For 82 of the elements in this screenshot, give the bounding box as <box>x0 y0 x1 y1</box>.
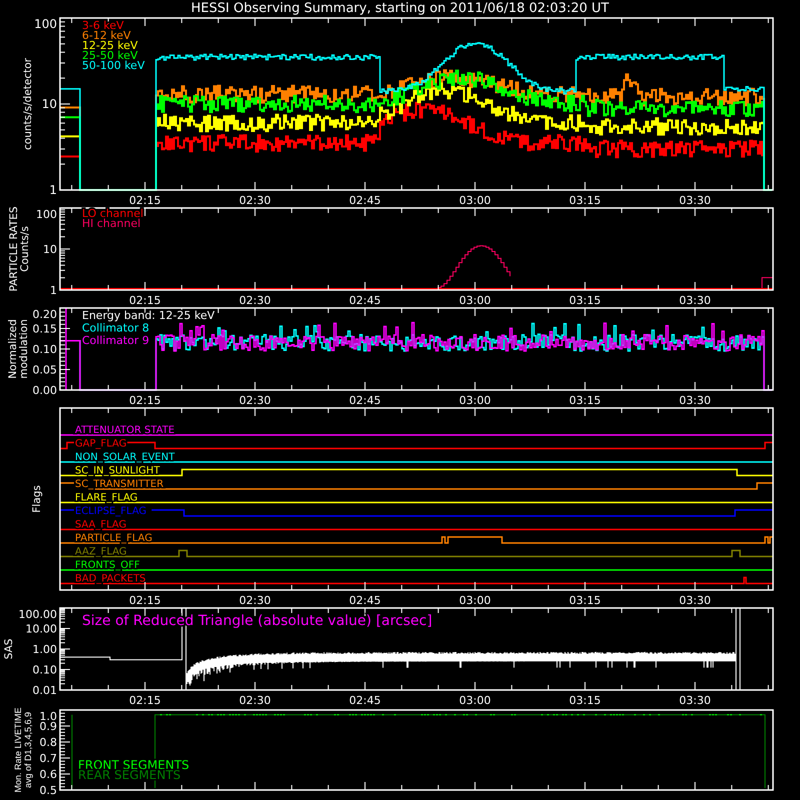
y-tick-label: 0.05 <box>32 363 57 376</box>
legend-label: 12-25 keV <box>82 39 138 52</box>
y-tick-label: 0.10 <box>32 663 57 676</box>
axis-title: Normalized <box>7 319 19 379</box>
flag-label: SC_TRANSMITTER <box>75 479 164 490</box>
x-tick-label: 02:30 <box>239 594 271 607</box>
flag-label: BAD_PACKETS <box>75 574 146 584</box>
flag-label: AAZ_FLAG <box>75 546 127 558</box>
y-tick-label: 10.00 <box>26 622 57 636</box>
flag-label: FRONTS_OFF <box>75 560 140 571</box>
x-tick-label: 02:15 <box>129 694 161 707</box>
axis-title: avg of D1,3,4,5,6,9 <box>23 712 33 788</box>
y-tick-label: 100.00 <box>18 608 57 621</box>
y-tick-label: 100 <box>36 208 57 221</box>
x-tick-label: 02:15 <box>129 594 161 607</box>
x-tick-label: 02:45 <box>349 194 381 207</box>
flag-label: ECLIPSE_FLAG <box>75 506 146 517</box>
x-tick-label: 03:00 <box>459 294 491 307</box>
y-tick-label: 0.20 <box>32 308 57 321</box>
x-tick-label: 03:15 <box>569 194 601 207</box>
axis-title: Mon. Rate LIVETIME <box>13 707 23 793</box>
flag-label: NON_SOLAR_EVENT <box>75 452 175 463</box>
y-tick-label: 10 <box>43 242 57 256</box>
y-tick-label: 0.01 <box>32 684 57 697</box>
x-tick-label: 03:15 <box>569 594 601 607</box>
legend-label: Collimator 9 <box>82 334 150 347</box>
x-tick-label: 02:15 <box>129 194 161 207</box>
y-tick-label: 0.10 <box>32 342 57 356</box>
legend-label: HI channel <box>82 217 141 230</box>
x-tick-label: 02:45 <box>349 394 381 407</box>
x-tick-label: 03:30 <box>679 694 711 707</box>
x-tick-label: 02:30 <box>239 394 271 407</box>
legend-label: 50-100 keV <box>82 59 145 72</box>
y-tick-label: 0.6 <box>40 768 57 781</box>
x-tick-label: 02:45 <box>349 694 381 707</box>
legend-label: 3-6 keV <box>82 19 124 32</box>
x-tick-label: 03:00 <box>459 694 491 707</box>
x-tick-label: 03:00 <box>459 594 491 607</box>
y-tick-label: 100 <box>34 17 57 32</box>
legend-label: LO channel <box>82 207 144 220</box>
flag-label: GAP_FLAG <box>75 438 127 450</box>
y-tick-label: 0.00 <box>32 384 57 397</box>
flag-label: SAA_FLAG <box>75 520 126 530</box>
x-tick-label: 03:15 <box>569 294 601 307</box>
x-tick-label: 03:30 <box>679 594 711 607</box>
x-tick-label: 02:15 <box>129 394 161 407</box>
flag-label: PARTICLE_FLAG <box>75 533 152 544</box>
y-tick-label: 0.5 <box>40 784 57 797</box>
axis-title: counts/s/detector <box>22 58 34 150</box>
y-tick-label: 10 <box>42 97 57 112</box>
flag-label: ATTENUATOR STATE <box>75 425 175 436</box>
chart-title: HESSI Observing Summary, starting on 2011/06/18 02:03:20 UT <box>190 0 610 17</box>
y-tick-label: 0.7 <box>40 752 57 765</box>
flag-label: FLARE_FLAG <box>75 492 138 504</box>
x-tick-label: 03:15 <box>569 394 601 407</box>
y-tick-label: 0.15 <box>32 322 57 336</box>
x-tick-label: 02:45 <box>349 294 381 307</box>
axis-title: SAS <box>3 638 15 660</box>
x-tick-label: 02:15 <box>129 294 161 307</box>
x-tick-label: 03:00 <box>459 194 491 207</box>
legend-label: 6-12 keV <box>82 29 131 42</box>
x-tick-label: 03:00 <box>459 394 491 407</box>
legend-label: Energy band: 12-25 keV <box>82 309 215 322</box>
x-tick-label: 03:15 <box>569 694 601 707</box>
x-tick-label: 02:30 <box>239 694 271 707</box>
x-tick-label: 02:45 <box>349 594 381 607</box>
flag-label: SC_IN_SUNLIGHT <box>75 466 160 476</box>
legend-label: Collimator 8 <box>82 322 150 334</box>
y-tick-label: 1 <box>49 183 57 198</box>
x-tick-label: 02:30 <box>239 194 271 207</box>
y-tick-label: 0.8 <box>40 736 57 749</box>
axis-title: modulation <box>18 319 30 379</box>
x-tick-label: 03:30 <box>679 194 711 207</box>
axis-title: Flags <box>31 485 43 513</box>
y-tick-label: 1.00 <box>32 642 57 656</box>
x-tick-label: 03:30 <box>679 294 711 307</box>
axis-title: Counts/s <box>19 226 31 272</box>
y-tick-label: 1 <box>50 284 57 297</box>
x-tick-label: 03:30 <box>679 394 711 407</box>
axis-title: PARTICLE RATES <box>8 207 20 292</box>
x-tick-label: 02:30 <box>239 294 271 307</box>
legend-label: 25-50 keV <box>82 49 138 62</box>
